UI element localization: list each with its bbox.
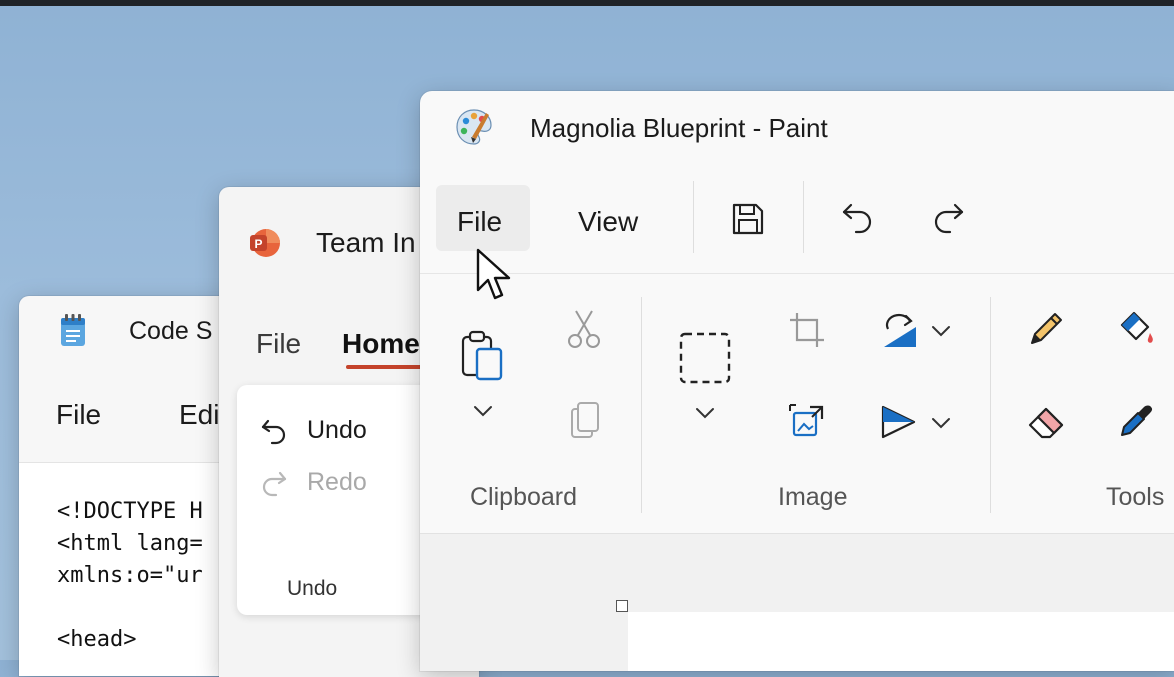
canvas-resize-handle[interactable] xyxy=(616,600,628,612)
menu-separator xyxy=(803,181,804,253)
crop-icon[interactable] xyxy=(788,311,826,349)
undo-group-label: Undo xyxy=(287,577,338,600)
svg-text:P: P xyxy=(254,237,262,251)
paste-icon[interactable] xyxy=(460,329,504,383)
top-bar xyxy=(0,0,1174,6)
paint-title: Magnolia Blueprint - Paint xyxy=(530,113,828,143)
redo-icon xyxy=(262,471,287,497)
code-line: <!DOCTYPE H xyxy=(57,499,203,524)
paint-menu-view[interactable]: View xyxy=(578,206,638,238)
undo-label: Undo xyxy=(307,415,367,444)
menu-separator xyxy=(693,181,694,253)
tools-group-label: Tools xyxy=(1106,483,1165,511)
redo-button[interactable]: Redo xyxy=(259,467,367,497)
undo-icon xyxy=(261,419,286,445)
powerpoint-title: Team In xyxy=(316,227,416,258)
resize-image-icon[interactable] xyxy=(788,403,826,441)
notepad-icon xyxy=(61,314,85,346)
undo-button[interactable]: Undo xyxy=(259,415,367,445)
tab-home[interactable]: Home xyxy=(342,328,420,360)
notepad-menu-file[interactable]: File xyxy=(56,399,101,431)
mouse-cursor-icon xyxy=(476,248,511,300)
copy-icon[interactable] xyxy=(568,401,602,441)
paint-palette-icon xyxy=(456,109,492,145)
cut-icon[interactable] xyxy=(566,309,602,351)
notepad-title: Code S xyxy=(129,317,213,345)
notepad-menu-edit[interactable]: Edi xyxy=(179,399,219,431)
paste-dropdown-chevron-icon[interactable] xyxy=(472,403,494,419)
drawing-canvas[interactable] xyxy=(628,612,1174,671)
fill-bucket-icon[interactable] xyxy=(1114,307,1158,351)
active-tab-indicator xyxy=(346,365,426,369)
ribbon-top-border xyxy=(420,273,1174,274)
ribbon-separator xyxy=(641,297,642,513)
canvas-workspace[interactable] xyxy=(420,533,1174,671)
flip-dropdown-chevron-icon[interactable] xyxy=(930,415,952,431)
paint-menu-file[interactable]: File xyxy=(457,206,502,238)
clipboard-group-label: Clipboard xyxy=(470,483,578,511)
redo-icon[interactable] xyxy=(930,199,966,239)
code-line: xmlns:o="ur xyxy=(57,563,203,588)
powerpoint-icon: P xyxy=(250,229,280,257)
redo-label: Redo xyxy=(307,467,367,496)
rotate-dropdown-chevron-icon[interactable] xyxy=(930,323,952,339)
paint-window[interactable]: Magnolia Blueprint - Paint File View Cli… xyxy=(420,91,1174,671)
ribbon-separator xyxy=(990,297,991,513)
save-icon[interactable] xyxy=(730,201,766,237)
eraser-icon[interactable] xyxy=(1026,401,1068,441)
rotate-icon[interactable] xyxy=(880,313,920,349)
image-group-label: Image xyxy=(778,483,848,511)
code-line: <html lang= xyxy=(57,531,203,556)
select-icon[interactable] xyxy=(678,331,732,385)
undo-icon[interactable] xyxy=(840,199,876,239)
flip-icon[interactable] xyxy=(880,403,920,441)
tab-file[interactable]: File xyxy=(256,328,301,360)
pencil-icon[interactable] xyxy=(1026,309,1066,349)
color-picker-icon[interactable] xyxy=(1116,401,1156,441)
code-line: <head> xyxy=(57,627,137,652)
select-dropdown-chevron-icon[interactable] xyxy=(694,405,716,421)
